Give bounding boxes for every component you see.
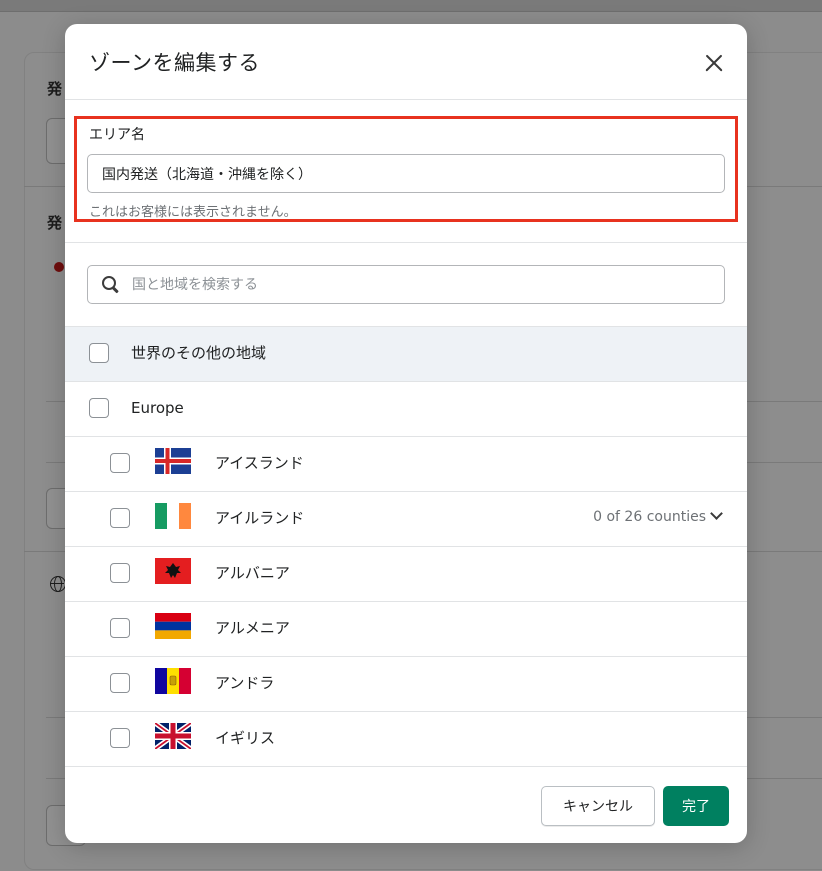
uk-flag-icon [155, 723, 191, 749]
country-checkbox-andorra[interactable] [110, 673, 130, 693]
iceland-flag-icon [155, 448, 191, 474]
background-section-label-2: 発 [47, 214, 63, 232]
country-row-ireland: アイルランド 0 of 26 counties [65, 491, 747, 546]
region-checkbox-europe[interactable] [89, 398, 109, 418]
country-checkbox-ireland[interactable] [110, 508, 130, 528]
rest-of-world-checkbox[interactable] [89, 343, 109, 363]
country-checkbox-albania[interactable] [110, 563, 130, 583]
country-row-uk: イギリス [65, 711, 747, 766]
ireland-flag-icon [155, 503, 191, 529]
cancel-button[interactable]: キャンセル [541, 786, 655, 826]
country-row-albania: アルバニア [65, 546, 747, 601]
andorra-flag-icon [155, 668, 191, 694]
rest-of-world-row: 世界のその他の地域 [65, 326, 747, 381]
country-row-iceland: アイスランド [65, 436, 747, 491]
counties-dropdown[interactable]: 0 of 26 counties [593, 507, 723, 525]
area-name-help-text: これはお客様には表示されません。 [89, 205, 297, 220]
edit-zone-modal: ゾーンを編集する エリア名 これはお客様には表示されません。 世界のその他の地域… [65, 24, 747, 843]
albania-flag-icon [155, 558, 191, 584]
country-checkbox-armenia[interactable] [110, 618, 130, 638]
area-name-input[interactable] [87, 154, 725, 193]
modal-title: ゾーンを編集する [89, 51, 260, 75]
country-name: アルバニア [215, 564, 290, 582]
country-search-field [87, 265, 725, 304]
armenia-flag-icon [155, 613, 191, 639]
country-name: イギリス [215, 729, 276, 747]
globe-icon [50, 576, 66, 592]
close-icon[interactable] [697, 47, 729, 79]
country-name: アンドラ [215, 674, 275, 692]
country-row-andorra: アンドラ [65, 656, 747, 711]
section-divider [65, 242, 747, 243]
region-label: Europe [131, 399, 184, 417]
chevron-down-icon [710, 507, 723, 520]
counties-count: 0 of 26 counties [593, 509, 706, 525]
modal-header: ゾーンを編集する [65, 24, 747, 100]
background-top-bar [0, 0, 822, 12]
country-checkbox-iceland[interactable] [110, 453, 130, 473]
rest-of-world-label: 世界のその他の地域 [131, 344, 267, 362]
background-section-label: 発 [47, 80, 63, 98]
search-icon [102, 276, 118, 292]
country-name: アイルランド [215, 509, 305, 527]
area-name-label: エリア名 [89, 127, 145, 143]
done-button[interactable]: 完了 [663, 786, 729, 826]
country-name: アルメニア [215, 619, 290, 637]
modal-footer: キャンセル 完了 [65, 766, 747, 843]
country-checkbox-uk[interactable] [110, 728, 130, 748]
country-name: アイスランド [215, 454, 304, 472]
country-row-armenia: アルメニア [65, 601, 747, 656]
background-status-dot [54, 262, 64, 272]
region-row-europe: Europe [65, 381, 747, 436]
country-search-input[interactable] [132, 266, 712, 303]
